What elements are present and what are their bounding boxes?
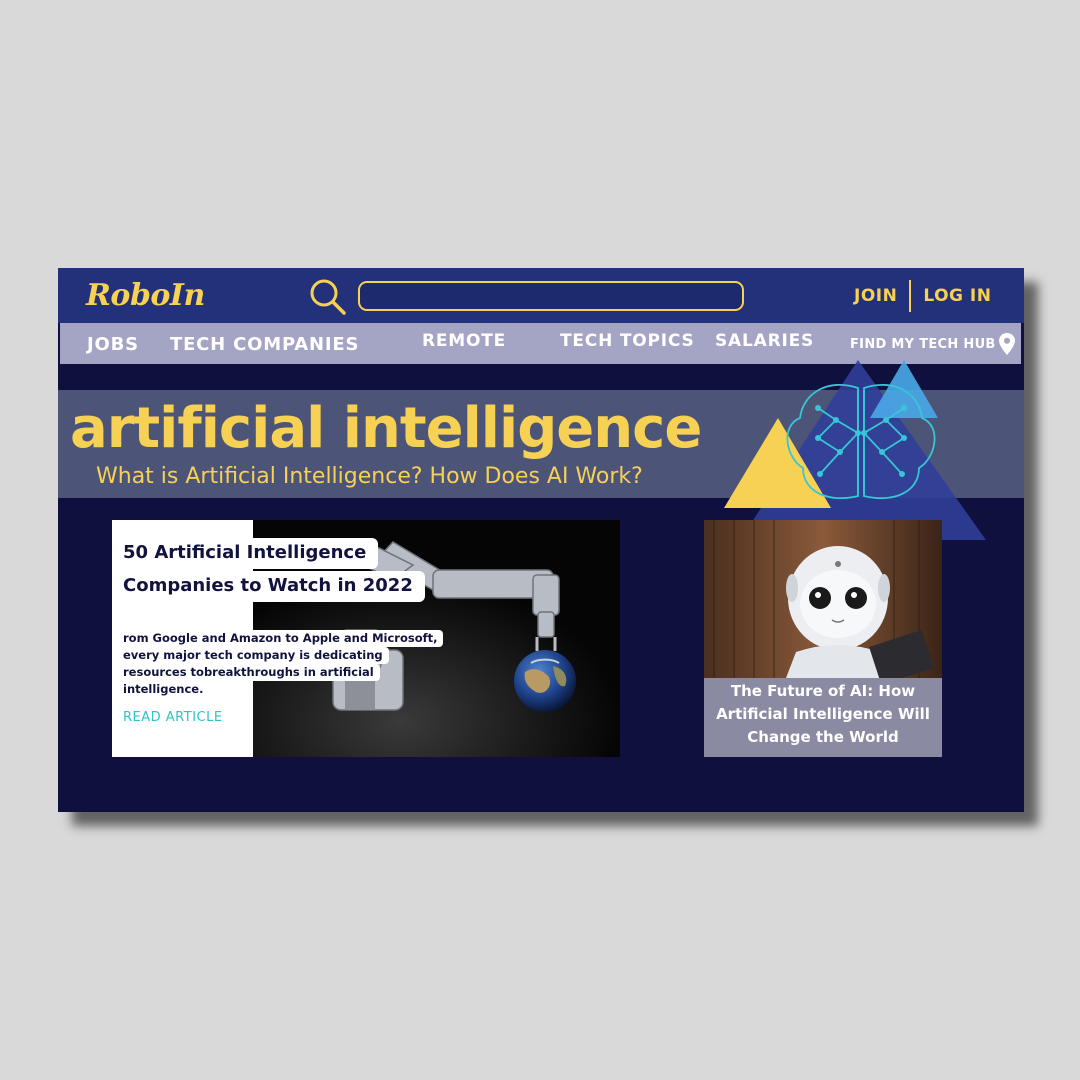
auth-links: JOIN LOG IN: [854, 280, 991, 312]
find-tech-hub-label: FIND MY TECH HUB: [850, 336, 996, 352]
featured-article-description: rom Google and Amazon to Apple and Micro…: [112, 630, 444, 698]
featured-article-title-line2[interactable]: Companies to Watch in 2022: [112, 571, 425, 602]
page-subtitle: What is Artificial Intelligence? How Doe…: [96, 464, 643, 489]
nav-item-tech-topics[interactable]: TECH TOPICS: [560, 331, 695, 351]
description-line: resources tobreakthroughs in artificial: [112, 664, 380, 681]
nav-item-find-tech-hub[interactable]: FIND MY TECH HUB: [850, 333, 1015, 355]
search-input[interactable]: [358, 281, 744, 311]
humanoid-robot-image: [704, 520, 942, 678]
featured-article-card[interactable]: 50 Artificial Intelligence Companies to …: [112, 520, 620, 757]
read-article-link[interactable]: READ ARTICLE: [123, 710, 223, 725]
logo[interactable]: RoboIn: [86, 278, 205, 313]
app-window: RoboIn JOIN LOG IN JOBS TECH COMPANIES R…: [58, 268, 1024, 812]
search-icon[interactable]: [308, 277, 348, 317]
nav-item-tech-companies[interactable]: TECH COMPANIES: [170, 334, 359, 355]
side-article-title[interactable]: The Future of AI: How Artificial Intelli…: [704, 680, 942, 749]
auth-divider: [909, 280, 912, 312]
main-nav: JOBS TECH COMPANIES REMOTE TECH TOPICS S…: [60, 323, 1021, 364]
map-pin-icon: [998, 333, 1015, 355]
description-line: intelligence.: [112, 681, 210, 698]
nav-item-jobs[interactable]: JOBS: [87, 334, 139, 355]
featured-article-title-line1[interactable]: 50 Artificial Intelligence: [112, 538, 379, 569]
top-bar: RoboIn JOIN LOG IN: [58, 268, 1024, 323]
nav-item-remote[interactable]: REMOTE: [422, 331, 506, 351]
side-article-card[interactable]: The Future of AI: How Artificial Intelli…: [704, 520, 942, 757]
page-title: artificial intelligence: [70, 396, 702, 461]
join-link[interactable]: JOIN: [854, 286, 897, 306]
login-link[interactable]: LOG IN: [923, 286, 991, 306]
description-line: every major tech company is dedicating: [112, 647, 389, 664]
nav-item-salaries[interactable]: SALARIES: [715, 331, 814, 351]
description-line: rom Google and Amazon to Apple and Micro…: [112, 630, 444, 647]
